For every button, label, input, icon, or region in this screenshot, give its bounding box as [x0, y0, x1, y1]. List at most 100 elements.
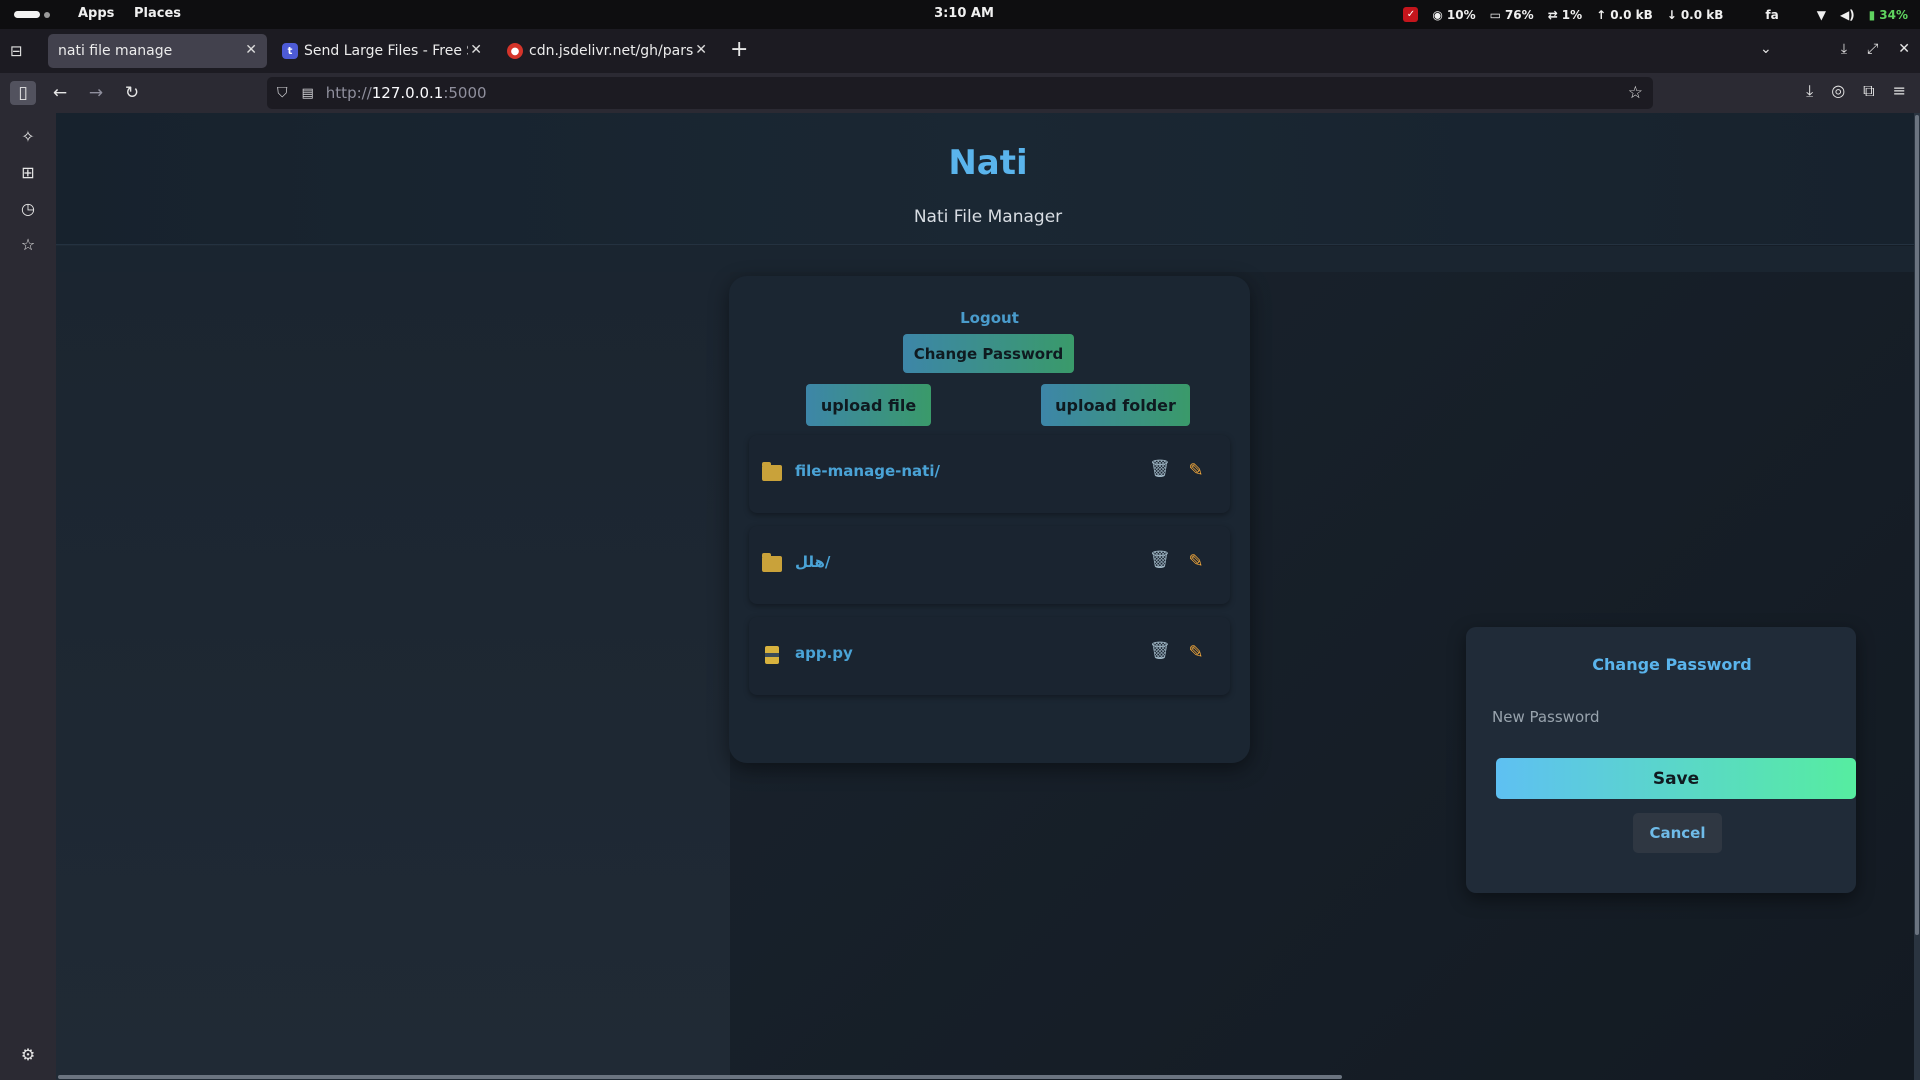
vertical-scrollbar[interactable]	[1914, 113, 1920, 1080]
trash-icon[interactable]: 🗑	[1149, 641, 1171, 663]
page-icon[interactable]: ▤	[302, 86, 314, 101]
synced-tabs-icon[interactable]: ⊞	[18, 163, 38, 183]
ai-chatbot-icon[interactable]: ✧	[18, 127, 38, 147]
download-arrow-icon: ↓	[1666, 7, 1677, 22]
memory-icon: ▭	[1489, 7, 1501, 22]
swap-value: 1%	[1561, 7, 1583, 22]
battery-value: 34%	[1879, 7, 1908, 22]
browser-sidebar: ✧ ⊞ ◷ ☆ ⚙	[0, 113, 56, 1080]
header-divider-band	[56, 246, 1920, 272]
system-top-bar: Apps Places 3:10 AM ✓ ◉ 10% ▭ 76% ⇄ 1% ↑ 0.0…	[0, 0, 1920, 29]
tab-cdn-jsdelivr[interactable]: ● cdn.jsdelivr.net/gh/parsin ✕	[497, 34, 717, 68]
net-down-indicator: ↓ 0.0 kB	[1667, 8, 1724, 22]
reload-icon[interactable]: ↻	[119, 81, 145, 105]
upload-folder-button[interactable]: upload folder	[1041, 384, 1190, 426]
file-manager-card: Logout Change Password upload file uploa…	[729, 276, 1250, 763]
folder-icon	[762, 462, 782, 481]
net-up-indicator: ↑ 0.0 kB	[1596, 8, 1653, 22]
net-up-value: 0.0 kB	[1610, 7, 1653, 22]
swap-icon: ⇄	[1547, 7, 1558, 22]
wifi-icon[interactable]: ▼	[1817, 8, 1826, 22]
vpn-icon[interactable]: ✓	[1403, 7, 1419, 22]
navigation-bar: ▯ ← → ↻ ⛉ ▤ http://127.0.0.1:5000 ☆ ⤓ ◎ …	[0, 73, 1920, 113]
new-password-input[interactable]	[1492, 703, 1812, 731]
memory-value: 76%	[1504, 7, 1534, 22]
site-header: Nati Nati File Manager	[56, 113, 1920, 245]
python-file-icon	[765, 646, 779, 664]
keyboard-layout[interactable]: fa	[1765, 8, 1778, 22]
forward-arrow-icon[interactable]: →	[83, 81, 109, 105]
dialog-title: Change Password	[1592, 655, 1752, 674]
tab-title: cdn.jsdelivr.net/gh/parsin	[529, 43, 693, 59]
menu-icon[interactable]: ≡	[1893, 81, 1906, 101]
site-title: Nati	[948, 143, 1028, 183]
file-list-item[interactable]: file-manage-nati/ 🗑 ✎	[749, 435, 1230, 513]
system-tray[interactable]: ✓ ◉ 10% ▭ 76% ⇄ 1% ↑ 0.0 kB ↓ 0.0 kB fa ▼ ◀) …	[1403, 0, 1908, 29]
close-icon[interactable]: ✕	[470, 42, 482, 58]
site-favicon-icon: t	[282, 43, 298, 59]
file-name-link[interactable]: app.py	[795, 644, 853, 662]
cpu-icon: ◉	[1432, 7, 1443, 22]
url-text[interactable]: http://127.0.0.1:5000	[326, 84, 487, 102]
close-icon[interactable]: ✕	[245, 42, 257, 58]
tab-overview-icon[interactable]: ⊟	[10, 42, 30, 60]
logout-link[interactable]: Logout	[729, 309, 1250, 327]
bookmarks-star-icon[interactable]: ☆	[18, 235, 38, 255]
change-password-button[interactable]: Change Password	[903, 334, 1074, 373]
extensions-icon[interactable]: ⧉	[1863, 81, 1874, 101]
close-icon[interactable]: ✕	[695, 42, 707, 58]
address-bar[interactable]: ⛉ ▤ http://127.0.0.1:5000 ☆	[267, 77, 1653, 109]
sidebar-toggle-icon[interactable]: ▯	[10, 81, 36, 105]
left-panel	[56, 272, 730, 1080]
tab-title: Send Large Files - Free Se	[304, 43, 468, 59]
url-port: :5000	[443, 84, 487, 102]
change-password-dialog: Change Password Save Cancel	[1466, 627, 1856, 893]
horizontal-scrollbar[interactable]	[58, 1075, 1342, 1079]
tab-strip: ⊟ nati file manage ✕ t Send Large Files …	[0, 29, 1920, 73]
memory-indicator: ▭ 76%	[1490, 8, 1534, 22]
restore-icon[interactable]: ⤢	[1867, 41, 1878, 57]
toolbar-right: ⤓ ◎ ⧉ ≡	[1806, 81, 1906, 101]
upload-file-button[interactable]: upload file	[806, 384, 931, 426]
pencil-icon[interactable]: ✎	[1185, 460, 1207, 482]
swap-indicator: ⇄ 1%	[1548, 8, 1582, 22]
folder-icon	[762, 553, 782, 572]
back-arrow-icon[interactable]: ←	[47, 81, 73, 105]
file-list-item[interactable]: هلل/ 🗑 ✎	[749, 526, 1230, 604]
settings-gear-icon[interactable]: ⚙	[18, 1045, 38, 1065]
site-favicon-icon: ●	[507, 43, 523, 59]
account-icon[interactable]: ◎	[1831, 81, 1845, 101]
net-down-value: 0.0 kB	[1680, 7, 1724, 22]
url-host: 127.0.0.1	[371, 84, 444, 102]
file-name-link[interactable]: file-manage-nati/	[795, 462, 940, 480]
battery-icon: ▮	[1868, 7, 1876, 22]
close-window-icon[interactable]: ✕	[1898, 41, 1910, 57]
trash-icon[interactable]: 🗑	[1149, 550, 1171, 572]
cpu-value: 10%	[1446, 7, 1476, 22]
volume-icon[interactable]: ◀)	[1840, 8, 1855, 22]
tab-title: nati file manage	[58, 43, 173, 59]
shield-icon[interactable]: ⛉	[277, 85, 288, 101]
save-button[interactable]: Save	[1496, 758, 1856, 799]
web-content: Nati Nati File Manager Logout Change Pas…	[56, 113, 1920, 1080]
window-controls: ⤓ ⤢ ✕	[1841, 41, 1910, 57]
bookmark-star-icon[interactable]: ☆	[1628, 83, 1643, 103]
tab-send-large-files[interactable]: t Send Large Files - Free Se ✕	[272, 34, 492, 68]
minimize-icon[interactable]: ⤓	[1841, 41, 1847, 57]
trash-icon[interactable]: 🗑	[1149, 459, 1171, 481]
tab-list-chevron-icon[interactable]: ⌄	[1760, 41, 1772, 57]
cancel-button[interactable]: Cancel	[1633, 813, 1722, 853]
file-list-item[interactable]: app.py 🗑 ✎	[749, 617, 1230, 695]
file-name-link[interactable]: هلل/	[795, 553, 830, 571]
new-tab-button[interactable]: +	[730, 39, 748, 61]
history-icon[interactable]: ◷	[18, 199, 38, 219]
pencil-icon[interactable]: ✎	[1185, 642, 1207, 664]
downloads-icon[interactable]: ⤓	[1806, 81, 1813, 101]
scrollbar-thumb[interactable]	[1915, 115, 1919, 935]
site-subtitle: Nati File Manager	[913, 207, 1063, 227]
tab-nati-file-manager[interactable]: nati file manage ✕	[48, 34, 267, 68]
battery-indicator[interactable]: ▮ 34%	[1869, 8, 1908, 22]
pencil-icon[interactable]: ✎	[1185, 551, 1207, 573]
url-prefix: http://	[325, 84, 372, 102]
cpu-indicator: ◉ 10%	[1432, 8, 1475, 22]
